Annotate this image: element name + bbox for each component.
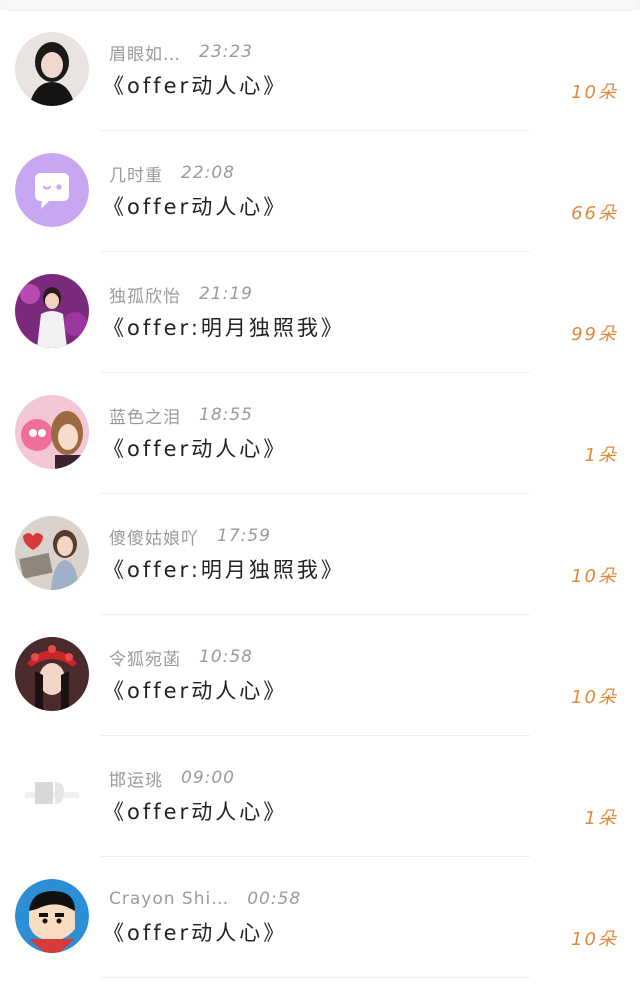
timestamp: 00:58 (247, 889, 302, 909)
list-item[interactable]: Crayon Shi… 00:58 《offer动人心》 10朵 (0, 857, 640, 978)
flower-count: 10朵 (571, 687, 618, 708)
flower-count: 10朵 (571, 566, 618, 587)
timestamp: 22:08 (181, 163, 235, 183)
avatar[interactable] (15, 32, 89, 106)
flower-count: 1朵 (584, 445, 618, 466)
timestamp: 09:00 (181, 768, 235, 788)
work-title[interactable]: 《offer:明月独照我》 (103, 554, 345, 584)
work-title[interactable]: 《offer:明月独照我》 (103, 312, 345, 342)
timestamp: 23:23 (199, 42, 253, 62)
avatar[interactable] (15, 153, 89, 227)
flower-count: 10朵 (571, 929, 618, 950)
gift-list: 眉眼如… 23:23 《offer动人心》 10朵 几时重 22:08 《off… (0, 10, 640, 978)
work-title[interactable]: 《offer动人心》 (103, 191, 287, 221)
avatar[interactable] (15, 637, 89, 711)
user-name: 独孤欣怡 (109, 286, 181, 307)
flower-count: 1朵 (584, 808, 618, 829)
top-bar (0, 0, 640, 11)
list-item[interactable]: 邯运珧 09:00 《offer动人心》 1朵 (0, 736, 640, 857)
list-item[interactable]: 眉眼如… 23:23 《offer动人心》 10朵 (0, 10, 640, 131)
work-title[interactable]: 《offer动人心》 (103, 675, 287, 705)
work-title[interactable]: 《offer动人心》 (103, 70, 287, 100)
user-name: 傻傻姑娘吖 (109, 528, 199, 549)
divider (100, 977, 530, 978)
avatar[interactable] (15, 395, 89, 469)
user-name: 蓝色之泪 (109, 407, 181, 428)
work-title[interactable]: 《offer动人心》 (103, 796, 287, 826)
flower-count: 66朵 (571, 203, 618, 224)
user-name: Crayon Shi… (109, 889, 230, 909)
list-item[interactable]: 傻傻姑娘吖 17:59 《offer:明月独照我》 10朵 (0, 494, 640, 615)
flower-count: 10朵 (571, 82, 618, 103)
avatar[interactable] (15, 516, 89, 590)
user-name: 眉眼如… (109, 44, 181, 65)
list-item[interactable]: 独孤欣怡 21:19 《offer:明月独照我》 99朵 (0, 252, 640, 373)
flower-count: 99朵 (571, 324, 618, 345)
user-name: 邯运珧 (109, 770, 163, 791)
work-title[interactable]: 《offer动人心》 (103, 433, 287, 463)
timestamp: 10:58 (199, 647, 253, 667)
timestamp: 17:59 (217, 526, 271, 546)
user-name: 几时重 (109, 165, 163, 186)
list-item[interactable]: 令狐宛菡 10:58 《offer动人心》 10朵 (0, 615, 640, 736)
user-name: 令狐宛菡 (109, 649, 181, 670)
avatar[interactable] (15, 879, 89, 953)
list-item[interactable]: 蓝色之泪 18:55 《offer动人心》 1朵 (0, 373, 640, 494)
timestamp: 21:19 (199, 284, 253, 304)
list-item[interactable]: 几时重 22:08 《offer动人心》 66朵 (0, 131, 640, 252)
timestamp: 18:55 (199, 405, 253, 425)
avatar[interactable] (15, 274, 89, 348)
work-title[interactable]: 《offer动人心》 (103, 917, 287, 947)
avatar[interactable] (15, 758, 89, 832)
